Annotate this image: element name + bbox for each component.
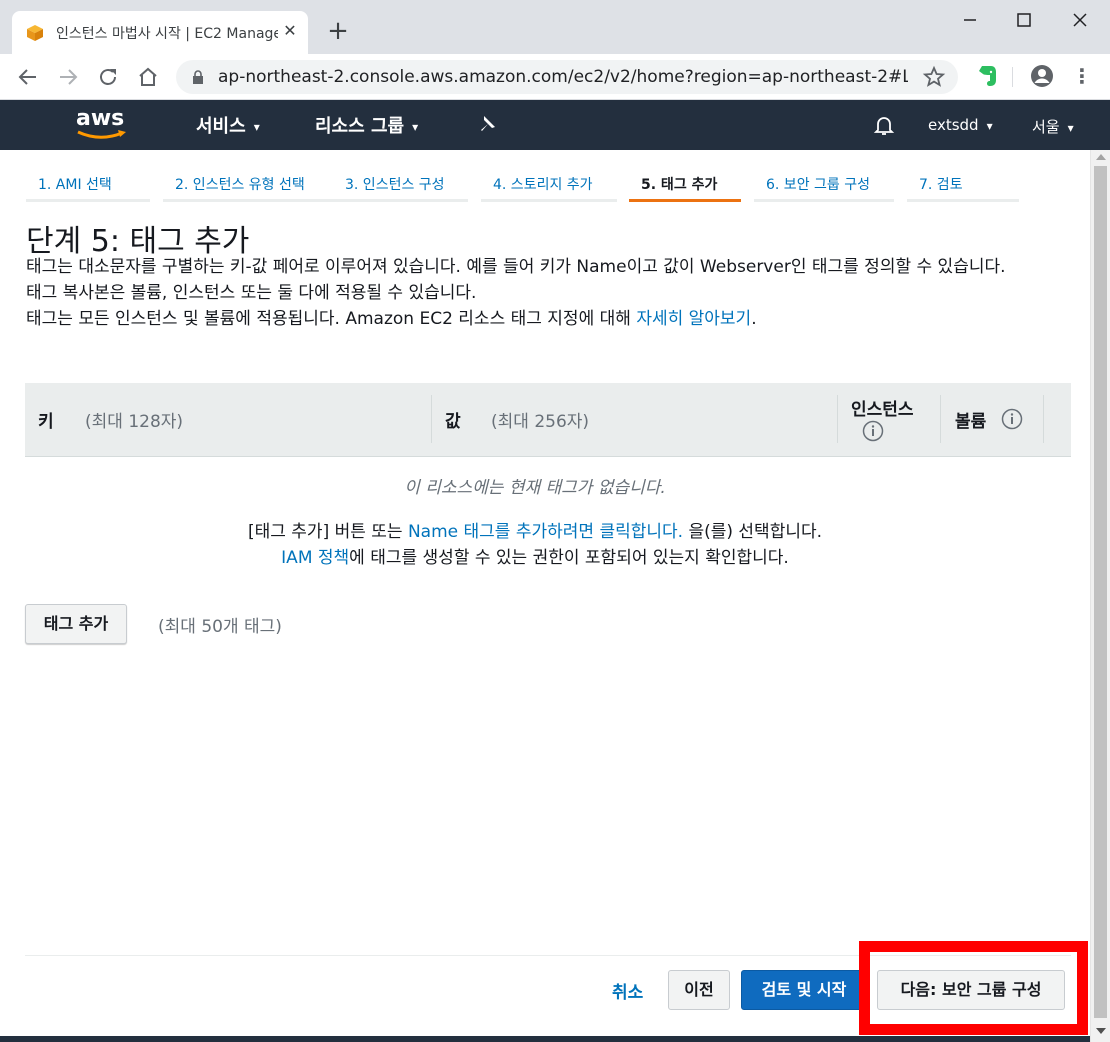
column-divider bbox=[431, 395, 432, 443]
add-name-tag-link[interactable]: Name 태그를 추가하려면 클릭합니다. bbox=[408, 522, 683, 542]
evernote-extension-icon[interactable] bbox=[976, 64, 998, 88]
review-and-launch-button[interactable]: 검토 및 시작 bbox=[741, 970, 867, 1010]
url-text: ap-northeast-2.console.aws.amazon.com/ec… bbox=[218, 67, 908, 87]
aws-cube-icon bbox=[27, 25, 43, 41]
pin-icon[interactable] bbox=[476, 113, 498, 135]
aws-logo[interactable]: aws bbox=[74, 106, 134, 144]
home-icon[interactable] bbox=[136, 65, 160, 89]
add-tag-limit-hint: (최대 50개 태그) bbox=[158, 617, 282, 637]
volumes-column-label: 볼륨 bbox=[955, 412, 987, 432]
window-close-icon[interactable] bbox=[1068, 8, 1092, 32]
scrollbar-thumb[interactable] bbox=[1094, 166, 1107, 1018]
empty-tags-message: 이 리소스에는 현재 태그가 없습니다. bbox=[404, 478, 666, 498]
resource-groups-menu[interactable]: 리소스 그룹 ▾ bbox=[315, 112, 418, 138]
bottom-edge-bar bbox=[0, 1036, 1090, 1042]
step-tags[interactable]: 5. 태그 추가 bbox=[629, 170, 741, 202]
page-description: 태그는 대소문자를 구별하는 키-값 페어로 이루어져 있습니다. 예를 들어 … bbox=[26, 254, 1066, 332]
account-menu[interactable]: extsdd ▾ bbox=[928, 116, 993, 134]
description-line: 태그는 대소문자를 구별하는 키-값 페어로 이루어져 있습니다. 예를 들어 … bbox=[26, 257, 1006, 277]
info-icon[interactable] bbox=[1001, 408, 1023, 430]
step-instance-type[interactable]: 2. 인스턴스 유형 선택 bbox=[163, 170, 345, 202]
column-divider bbox=[1043, 395, 1044, 443]
key-column-hint: (최대 128자) bbox=[85, 412, 184, 432]
key-column-label: 키 bbox=[38, 412, 54, 432]
reload-icon[interactable] bbox=[96, 65, 120, 89]
step-configure[interactable]: 3. 인스턴스 구성 bbox=[333, 170, 468, 202]
step-storage[interactable]: 4. 스토리지 추가 bbox=[481, 170, 617, 202]
browser-toolbar: ap-northeast-2.console.aws.amazon.com/ec… bbox=[0, 54, 1110, 100]
notification-bell-icon[interactable] bbox=[872, 113, 896, 137]
aws-smile-icon bbox=[77, 130, 126, 139]
previous-button[interactable]: 이전 bbox=[668, 970, 730, 1010]
minimize-icon[interactable] bbox=[958, 8, 982, 32]
column-divider bbox=[837, 395, 838, 443]
scroll-down-icon[interactable] bbox=[1096, 1028, 1106, 1034]
tab-close-icon[interactable]: ✕ bbox=[280, 21, 300, 41]
cancel-button[interactable]: 취소 bbox=[612, 978, 643, 1003]
bookmark-star-icon[interactable] bbox=[922, 65, 946, 89]
step-security-group[interactable]: 6. 보안 그룹 구성 bbox=[754, 170, 894, 202]
learn-more-link[interactable]: 자세히 알아보기 bbox=[636, 309, 751, 329]
step-ami[interactable]: 1. AMI 선택 bbox=[26, 170, 150, 202]
iam-policy-link[interactable]: IAM 정책 bbox=[281, 548, 349, 568]
aws-navbar: aws 서비스 ▾ 리소스 그룹 ▾ extsdd ▾ 서울 ▾ bbox=[0, 100, 1110, 150]
chevron-down-icon: ▾ bbox=[1067, 120, 1074, 135]
tab-title: 인스턴스 마법사 시작 | EC2 Management Console bbox=[56, 26, 278, 42]
tag-table-header: 키 (최대 128자) 값 (최대 256자) 인스턴스 볼륨 bbox=[25, 383, 1071, 457]
description-line: 태그 복사본은 볼륨, 인스턴스 또는 둘 다에 적용될 수 있습니다. bbox=[26, 283, 477, 303]
maximize-icon[interactable] bbox=[1012, 8, 1036, 32]
profile-avatar-icon[interactable] bbox=[1030, 64, 1054, 88]
browser-menu-icon[interactable]: ⋮ bbox=[1072, 64, 1092, 88]
forward-arrow-icon[interactable] bbox=[56, 65, 80, 89]
chevron-down-icon: ▾ bbox=[253, 120, 260, 134]
chevron-down-icon: ▾ bbox=[412, 120, 419, 134]
browser-titlebar: 인스턴스 마법사 시작 | EC2 Management Console ✕ + bbox=[0, 0, 1110, 54]
step-review[interactable]: 7. 검토 bbox=[907, 170, 1019, 202]
value-column-hint: (최대 256자) bbox=[491, 412, 590, 432]
toolbar-separator bbox=[1012, 67, 1013, 87]
back-arrow-icon[interactable] bbox=[16, 65, 40, 89]
value-column-label: 값 bbox=[445, 412, 461, 432]
scroll-up-icon[interactable] bbox=[1096, 154, 1106, 160]
description-line: 태그는 모든 인스턴스 및 볼륨에 적용됩니다. Amazon EC2 리소스 … bbox=[26, 309, 757, 329]
chevron-down-icon: ▾ bbox=[986, 118, 993, 133]
services-menu[interactable]: 서비스 ▾ bbox=[196, 112, 260, 138]
highlight-annotation-box bbox=[859, 941, 1088, 1035]
instances-column-label: 인스턴스 bbox=[851, 400, 914, 420]
page-scrollbar[interactable] bbox=[1090, 150, 1110, 1042]
info-icon[interactable] bbox=[862, 420, 884, 442]
browser-tab[interactable]: 인스턴스 마법사 시작 | EC2 Management Console ✕ bbox=[12, 11, 308, 54]
region-menu[interactable]: 서울 ▾ bbox=[1032, 116, 1074, 137]
empty-hint-line: [태그 추가] 버튼 또는 Name 태그를 추가하려면 클릭합니다. 을(를)… bbox=[247, 522, 823, 542]
column-divider bbox=[940, 395, 941, 443]
new-tab-icon[interactable]: + bbox=[326, 18, 350, 44]
address-bar[interactable]: ap-northeast-2.console.aws.amazon.com/ec… bbox=[176, 60, 958, 94]
wizard-content: 1. AMI 선택 2. 인스턴스 유형 선택 3. 인스턴스 구성 4. 스토… bbox=[0, 150, 1090, 1042]
lock-icon bbox=[193, 70, 203, 84]
add-tag-button[interactable]: 태그 추가 bbox=[25, 604, 127, 644]
empty-hint-line: IAM 정책에 태그를 생성할 수 있는 권한이 포함되어 있는지 확인합니다. bbox=[281, 548, 789, 568]
